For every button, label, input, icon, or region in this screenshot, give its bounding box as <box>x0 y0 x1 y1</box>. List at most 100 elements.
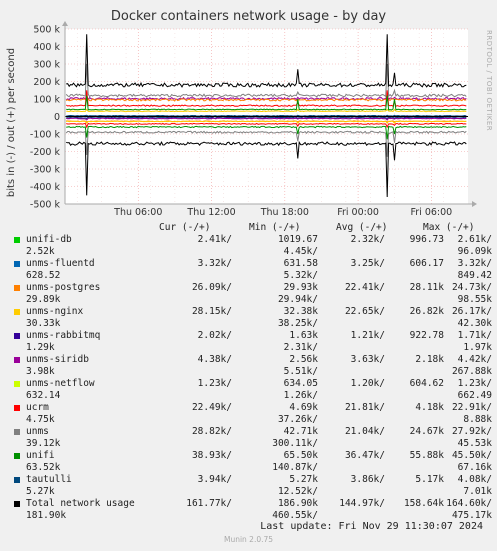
legend-header-cur: Cur (-/+) <box>159 222 211 233</box>
legend-row: unifi-db 2.41k/2.52k 1019.67 4.45k/2.32k/99… <box>12 234 492 258</box>
legend-avg-out: 22.65k/ <box>344 306 385 317</box>
legend-cur-out: 4.38k/ <box>197 354 232 365</box>
legend-cur-in: 628.52 <box>26 270 61 281</box>
legend-header-avg: Avg (-/+) <box>336 222 388 233</box>
y-tick-label: 200 k <box>33 77 60 88</box>
legend-min-in: 37.26k/ <box>277 414 318 425</box>
legend-cur-in: 181.90k <box>26 510 67 521</box>
legend-min-in: 38.25k/ <box>277 318 318 329</box>
y-tick-label: 500 k <box>33 25 60 36</box>
legend-series-name: ucrm <box>26 402 49 413</box>
legend-avg-in: 2.18k <box>415 354 444 365</box>
legend-avg-in: 4.18k <box>415 402 444 413</box>
legend-swatch <box>14 501 20 507</box>
legend-min-out: 186.90k <box>277 498 318 509</box>
legend-max-out: 4.42k/ <box>457 354 492 365</box>
legend-series-name: unifi-db <box>26 234 72 245</box>
legend-avg-out: 2.32k/ <box>350 234 385 245</box>
legend-swatch <box>14 381 20 387</box>
legend-max-out: 4.08k/ <box>457 474 492 485</box>
legend-cur-in: 39.12k <box>26 438 61 449</box>
legend-avg-out: 21.04k/ <box>344 426 385 437</box>
legend-swatch <box>14 309 20 315</box>
legend-min-in: 12.52k/ <box>277 486 318 497</box>
x-tick-label: Thu 06:00 <box>113 207 162 215</box>
legend-avg-out: 36.47k/ <box>344 450 385 461</box>
x-axis-arrow <box>472 201 477 207</box>
legend-min-in: 29.94k/ <box>277 294 318 305</box>
legend-avg-out: 1.20k/ <box>350 378 385 389</box>
legend-avg-in: 158.64k <box>403 498 444 509</box>
legend-swatch <box>14 405 20 411</box>
legend-swatch <box>14 261 20 267</box>
legend-min-out: 32.38k <box>283 306 318 317</box>
legend-swatch <box>14 237 20 243</box>
legend-cur-in: 2.52k <box>26 246 55 257</box>
y-tick-label: 0 <box>54 112 60 123</box>
legend-series-name: tautulli <box>26 474 72 485</box>
legend-max-out: 2.61k/ <box>457 234 492 245</box>
legend-max-in: 475.17k <box>451 510 492 521</box>
legend-max-in: 662.49 <box>457 390 492 401</box>
legend-cur-in: 30.33k <box>26 318 61 329</box>
legend-min-out: 65.50k <box>283 450 318 461</box>
legend-min-out: 1.63k <box>289 330 318 341</box>
legend-avg-out: 1.21k/ <box>350 330 385 341</box>
legend-avg-out: 3.86k/ <box>350 474 385 485</box>
legend-row: ucrm 22.49k/4.75k 4.69k 37.26k/21.81k/4.18k… <box>12 402 492 426</box>
munin-version: Munin 2.0.75 <box>223 535 274 544</box>
legend-swatch <box>14 357 20 363</box>
legend-max-out: 22.91k/ <box>451 402 492 413</box>
legend-avg-out: 22.41k/ <box>344 282 385 293</box>
legend-cur-in: 63.52k <box>26 462 61 473</box>
legend-swatch <box>14 453 20 459</box>
legend-max-in: 849.42 <box>457 270 492 281</box>
legend-max-out: 3.32k/ <box>457 258 492 269</box>
legend-min-out: 634.05 <box>283 378 318 389</box>
legend-cur-out: 3.32k/ <box>197 258 232 269</box>
x-tick-label: Fri 06:00 <box>411 207 453 215</box>
y-axis-arrow <box>62 21 68 26</box>
legend-series-name: unms-netflow <box>26 378 95 389</box>
legend-avg-out: 3.25k/ <box>350 258 385 269</box>
legend-row: unms-rabbitmq 2.02k/1.29k 1.63k 2.31k/1.21k… <box>12 330 492 354</box>
y-tick-label: -400 k <box>30 182 61 193</box>
legend-cur-out: 22.49k/ <box>191 402 232 413</box>
legend-min-in: 2.31k/ <box>283 342 318 353</box>
legend-min-in: 460.55k/ <box>272 510 318 521</box>
legend-swatch <box>14 333 20 339</box>
legend-series-name: Total network usage <box>26 498 135 509</box>
legend-min-out: 631.58 <box>283 258 318 269</box>
legend-min-in: 5.32k/ <box>283 270 318 281</box>
legend-cur-out: 38.93k/ <box>191 450 232 461</box>
legend-row: unms-postgres 26.09k/29.89k 29.93k 29.94k/2… <box>12 282 492 306</box>
legend-cur-out: 28.15k/ <box>191 306 232 317</box>
legend-min-in: 140.87k/ <box>272 462 318 473</box>
y-tick-label: -500 k <box>30 200 61 211</box>
legend-avg-in: 24.67k <box>409 426 444 437</box>
legend-avg-out: 144.97k/ <box>339 498 385 509</box>
legend-series-name: unms-nginx <box>26 306 84 317</box>
legend-cur-in: 29.89k <box>26 294 61 305</box>
legend-min-out: 1019.67 <box>277 234 318 245</box>
legend-max-in: 67.16k <box>457 462 492 473</box>
legend-avg-out: 21.81k/ <box>344 402 385 413</box>
y-tick-label: 400 k <box>33 42 60 53</box>
legend-cur-in: 5.27k <box>26 486 55 497</box>
y-tick-label: -300 k <box>30 165 61 176</box>
legend-min-out: 2.56k <box>289 354 318 365</box>
legend-cur-out: 3.94k/ <box>197 474 232 485</box>
legend-min-in: 1.26k/ <box>283 390 318 401</box>
legend-row: tautulli 3.94k/5.27k 5.27k 12.52k/3.86k/5.1… <box>12 474 492 498</box>
legend-max-in: 7.01k <box>463 486 492 497</box>
legend-max-out: 26.17k/ <box>451 306 492 317</box>
legend-max-out: 45.50k/ <box>451 450 492 461</box>
legend-max-in: 98.55k <box>457 294 492 305</box>
x-tick-label: Fri 00:00 <box>337 207 379 215</box>
legend-max-in: 42.30k <box>457 318 492 329</box>
legend-cur-in: 4.75k <box>26 414 55 425</box>
legend-avg-in: 28.11k <box>409 282 444 293</box>
legend-series-name: unms-postgres <box>26 282 101 293</box>
legend-series-name: unms-fluentd <box>26 258 95 269</box>
legend-max-in: 45.53k <box>457 438 492 449</box>
